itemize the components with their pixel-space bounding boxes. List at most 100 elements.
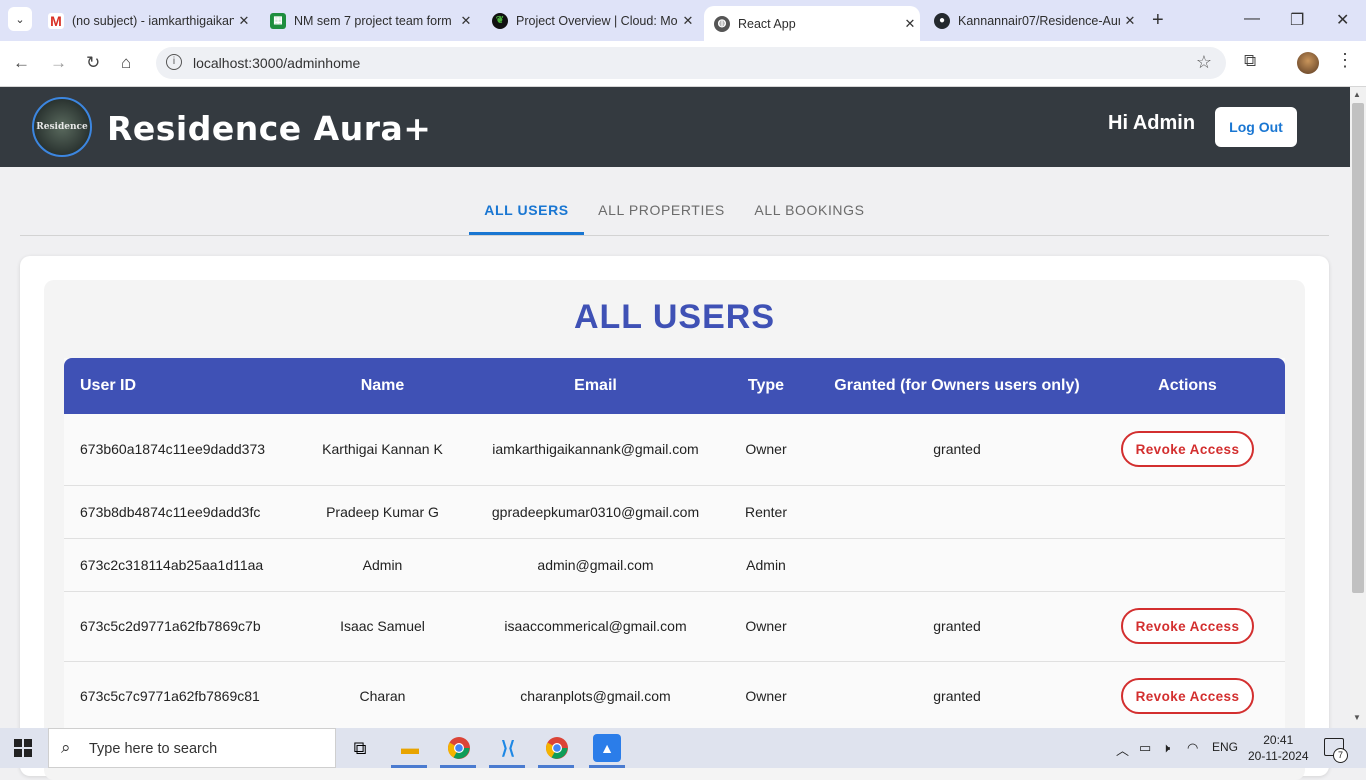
url-text[interactable]: localhost:3000/adminhome bbox=[193, 55, 360, 71]
file-explorer-icon[interactable]: ▬ bbox=[396, 734, 424, 762]
tab-search-icon[interactable]: ⌄ bbox=[8, 7, 32, 31]
column-header-type: Type bbox=[747, 377, 785, 394]
logo-text: Residence bbox=[36, 122, 88, 132]
tab-title: (no subject) - iamkarthigaikannank bbox=[72, 13, 234, 28]
actions-cell: Revoke Access bbox=[1090, 591, 1285, 662]
user-email-cell: isaaccommerical@gmail.com bbox=[483, 591, 708, 662]
brand-name[interactable]: Residence Aura+ bbox=[107, 109, 431, 148]
user-name-cell: Karthigai Kannan K bbox=[282, 414, 483, 486]
battery-icon[interactable]: ▭ bbox=[1139, 740, 1151, 756]
page-title: ALL USERS bbox=[573, 298, 776, 336]
scroll-up-icon[interactable]: ▲ bbox=[1353, 90, 1361, 99]
chrome-profile-icon[interactable] bbox=[543, 734, 571, 762]
gmail-icon: M bbox=[48, 12, 64, 29]
reload-icon[interactable]: ↻ bbox=[86, 53, 100, 73]
browser-menu-icon[interactable]: ⋮ bbox=[1336, 50, 1354, 71]
browser-tab-github[interactable]: ● Kannannair07/Residence-Aura ✕ bbox=[924, 6, 1140, 35]
tab-all-bookings[interactable]: ALL BOOKINGS bbox=[744, 188, 875, 235]
close-tab-icon[interactable]: ✕ bbox=[456, 13, 476, 29]
site-info-icon[interactable]: i bbox=[166, 54, 182, 70]
browser-tab-strip: ⌄ M (no subject) - iamkarthigaikannank ✕… bbox=[0, 0, 1366, 41]
table-row: 673b60a1874c11ee9dadd373 Karthigai Kanna… bbox=[64, 414, 1285, 486]
restore-icon[interactable]: ❐ bbox=[1290, 10, 1304, 30]
home-icon[interactable]: ⌂ bbox=[121, 53, 131, 73]
windows-taskbar: ⌕ Type here to search ⧉ ▬ ⟩⟨ ▲ ︿ ▭ 🕨 ◠ E… bbox=[0, 728, 1366, 768]
close-window-icon[interactable]: ✕ bbox=[1336, 10, 1349, 30]
tab-title: React App bbox=[738, 16, 796, 31]
extensions-icon[interactable]: ⧉ bbox=[1244, 51, 1256, 71]
tab-title: Kannannair07/Residence-Aura bbox=[958, 13, 1120, 28]
close-tab-icon[interactable]: ✕ bbox=[678, 13, 698, 29]
user-type-cell: Renter bbox=[708, 485, 824, 539]
windows-start-icon[interactable] bbox=[14, 739, 32, 757]
forward-icon[interactable]: → bbox=[50, 53, 67, 73]
profile-avatar[interactable] bbox=[1297, 52, 1319, 74]
close-tab-icon[interactable]: ✕ bbox=[234, 13, 254, 29]
admin-greeting: Hi Admin bbox=[1108, 112, 1196, 134]
sheets-icon: ▦ bbox=[270, 12, 286, 29]
table-row: 673b8db4874c11ee9dadd3fc Pradeep Kumar G… bbox=[64, 485, 1285, 539]
chrome-icon[interactable] bbox=[445, 734, 473, 762]
tab-title: NM sem 7 project team form bbox=[294, 13, 452, 28]
clock-time: 20:41 bbox=[1263, 733, 1294, 747]
browser-tab-sheets[interactable]: ▦ NM sem 7 project team form ✕ bbox=[260, 6, 476, 35]
bookmark-star-icon[interactable]: ☆ bbox=[1196, 52, 1212, 73]
vscode-icon[interactable]: ⟩⟨ bbox=[494, 734, 522, 762]
table-header-row: User ID Name Email Type Granted (for Own… bbox=[64, 358, 1285, 414]
search-icon: ⌕ bbox=[61, 738, 71, 757]
volume-muted-icon[interactable]: 🕨 bbox=[1162, 740, 1170, 756]
minimize-icon[interactable]: — bbox=[1244, 10, 1260, 28]
user-type-cell: Owner bbox=[708, 661, 824, 732]
actions-cell: Revoke Access bbox=[1090, 661, 1285, 732]
user-id-cell: 673c5c7c9771a62fb7869c81 bbox=[64, 661, 282, 732]
revoke-access-button[interactable]: Revoke Access bbox=[1121, 678, 1254, 714]
user-email-cell: admin@gmail.com bbox=[483, 538, 708, 592]
task-view-icon[interactable]: ⧉ bbox=[346, 734, 374, 762]
tab-all-properties[interactable]: ALL PROPERTIES bbox=[590, 188, 733, 235]
user-id-cell: 673b60a1874c11ee9dadd373 bbox=[64, 414, 282, 486]
tab-all-users[interactable]: ALL USERS bbox=[469, 188, 584, 235]
column-header-actions: Actions bbox=[1158, 377, 1217, 394]
revoke-access-button[interactable]: Revoke Access bbox=[1121, 608, 1254, 644]
granted-cell: granted bbox=[824, 414, 1090, 486]
mongodb-icon: ❦ bbox=[492, 12, 508, 29]
close-tab-icon[interactable]: ✕ bbox=[900, 16, 920, 32]
globe-icon: ◍ bbox=[714, 15, 730, 32]
clock-date: 20-11-2024 bbox=[1248, 749, 1309, 763]
back-icon[interactable]: ← bbox=[13, 53, 30, 73]
user-type-cell: Owner bbox=[708, 591, 824, 662]
user-name-cell: Charan bbox=[282, 661, 483, 732]
github-icon: ● bbox=[934, 12, 950, 29]
granted-cell: granted bbox=[824, 661, 1090, 732]
scrollbar-thumb[interactable] bbox=[1352, 103, 1364, 593]
browser-tab-mongodb[interactable]: ❦ Project Overview | Cloud: MongoDB ✕ bbox=[482, 6, 698, 35]
wifi-icon[interactable]: ◠ bbox=[1187, 740, 1198, 756]
user-name-cell: Pradeep Kumar G bbox=[282, 485, 483, 539]
users-table: User ID Name Email Type Granted (for Own… bbox=[64, 358, 1285, 732]
taskbar-search-box[interactable]: ⌕ Type here to search bbox=[48, 728, 336, 768]
photos-icon[interactable]: ▲ bbox=[593, 734, 621, 762]
brand-logo[interactable]: Residence bbox=[32, 97, 92, 157]
new-tab-icon[interactable]: + bbox=[1152, 9, 1164, 32]
user-type-cell: Owner bbox=[708, 414, 824, 486]
column-header-email: Email bbox=[574, 377, 617, 394]
app-header: Residence Residence Aura+ Hi Admin Log O… bbox=[0, 87, 1350, 167]
user-name-cell: Isaac Samuel bbox=[282, 591, 483, 662]
search-placeholder: Type here to search bbox=[89, 741, 218, 757]
close-tab-icon[interactable]: ✕ bbox=[1120, 13, 1140, 29]
address-bar[interactable]: i localhost:3000/adminhome ☆ bbox=[156, 47, 1226, 79]
actions-cell: Revoke Access bbox=[1090, 414, 1285, 486]
user-type-cell: Admin bbox=[708, 538, 824, 592]
user-name-cell: Admin bbox=[282, 538, 483, 592]
taskbar-clock[interactable]: 20:41 20-11-2024 bbox=[1248, 732, 1309, 764]
column-header-granted: Granted (for Owners users only) bbox=[834, 377, 1080, 394]
show-hidden-icons-icon[interactable]: ︿ bbox=[1116, 740, 1129, 759]
revoke-access-button[interactable]: Revoke Access bbox=[1121, 431, 1254, 468]
scroll-down-icon[interactable]: ▼ bbox=[1353, 713, 1361, 722]
language-indicator[interactable]: ENG bbox=[1212, 740, 1238, 754]
browser-tab-gmail[interactable]: M (no subject) - iamkarthigaikannank ✕ bbox=[38, 6, 254, 35]
actions-cell bbox=[1090, 485, 1285, 539]
logout-button[interactable]: Log Out bbox=[1215, 107, 1297, 147]
notification-count-badge: 7 bbox=[1333, 748, 1348, 763]
browser-tab-react-app[interactable]: ◍ React App ✕ bbox=[704, 6, 920, 41]
